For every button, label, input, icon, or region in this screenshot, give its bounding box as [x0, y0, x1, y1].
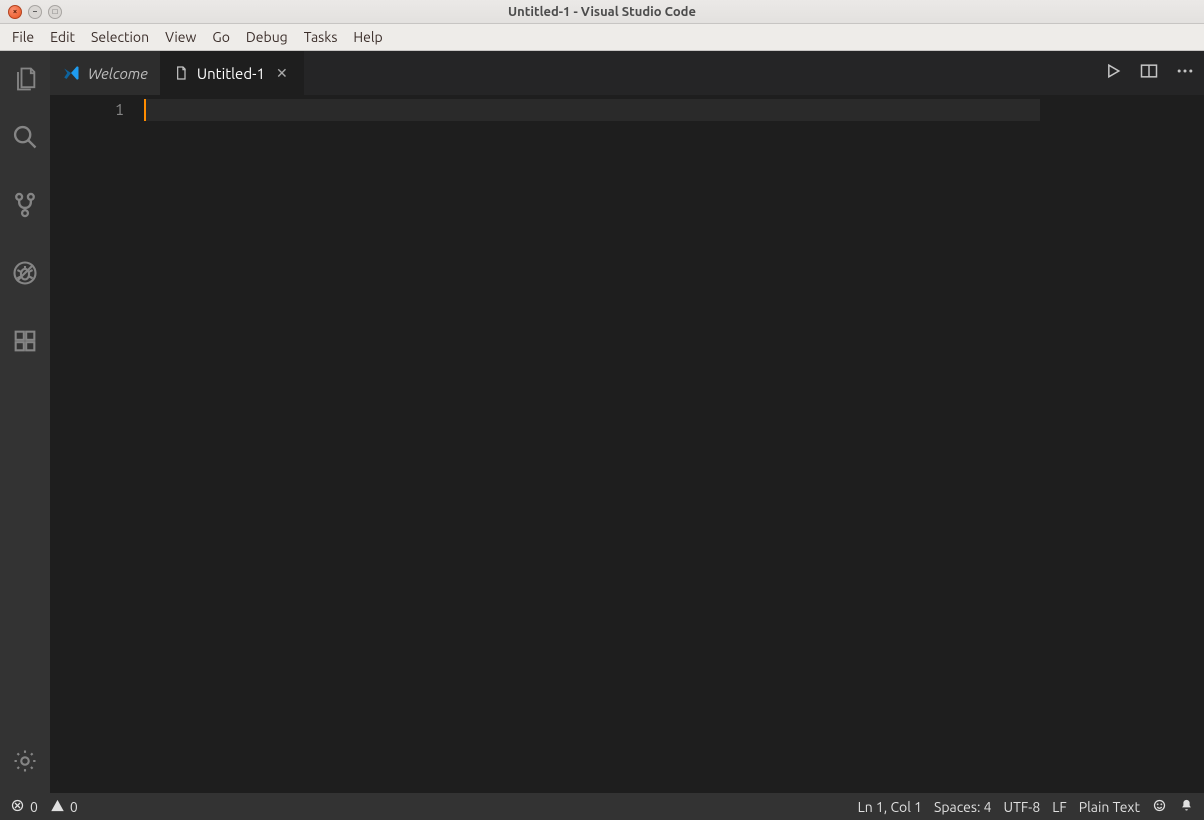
text-cursor [144, 99, 146, 121]
status-notifications[interactable] [1179, 798, 1194, 816]
file-icon [173, 65, 189, 81]
status-bar: 0 0 Ln 1, Col 1 Spaces: 4 UTF-8 LF Plain… [0, 793, 1204, 820]
status-warnings[interactable]: 0 [50, 798, 78, 816]
status-cursor-position[interactable]: Ln 1, Col 1 [858, 799, 922, 815]
window-title: Untitled-1 - Visual Studio Code [0, 5, 1204, 19]
status-errors[interactable]: 0 [10, 798, 38, 816]
menu-go[interactable]: Go [204, 26, 237, 48]
minimap[interactable] [1108, 95, 1176, 793]
activity-settings[interactable] [0, 739, 50, 787]
activity-debug[interactable] [0, 241, 50, 309]
activity-search[interactable] [0, 105, 50, 173]
status-indentation[interactable]: Spaces: 4 [934, 799, 992, 815]
tab-welcome[interactable]: Welcome [50, 51, 161, 95]
window-minimize-button[interactable]: – [28, 5, 42, 19]
files-icon [11, 65, 39, 97]
error-count: 0 [30, 799, 38, 815]
warning-icon [50, 798, 65, 816]
editor[interactable]: 1 [50, 95, 1204, 793]
extensions-icon [11, 327, 39, 359]
code-area[interactable] [144, 95, 1108, 793]
tab-close-button[interactable]: ✕ [273, 64, 291, 82]
menu-view[interactable]: View [157, 26, 204, 48]
search-icon [11, 123, 39, 155]
window-maximize-button[interactable]: □ [48, 5, 62, 19]
split-editor-button[interactable] [1138, 62, 1160, 84]
os-menubar: File Edit Selection View Go Debug Tasks … [0, 24, 1204, 51]
window-close-button[interactable]: × [8, 5, 22, 19]
tab-untitled-1[interactable]: Untitled-1 ✕ [161, 51, 304, 95]
error-icon [10, 798, 25, 816]
line-number-gutter: 1 [50, 95, 144, 793]
play-icon [1103, 61, 1123, 85]
tab-label: Untitled-1 [197, 65, 265, 82]
status-eol[interactable]: LF [1052, 799, 1067, 815]
activity-bar [0, 51, 50, 793]
activity-extensions[interactable] [0, 309, 50, 377]
menu-help[interactable]: Help [345, 26, 390, 48]
current-line-highlight [144, 99, 1040, 121]
close-icon: ✕ [276, 65, 288, 82]
status-encoding[interactable]: UTF-8 [1004, 799, 1041, 815]
bell-icon [1179, 798, 1194, 816]
run-button[interactable] [1102, 62, 1124, 84]
tab-label: Welcome [88, 65, 148, 82]
line-number: 1 [50, 99, 144, 121]
status-feedback[interactable] [1152, 798, 1167, 816]
os-titlebar: × – □ Untitled-1 - Visual Studio Code [0, 0, 1204, 24]
ellipsis-icon [1175, 61, 1195, 85]
warning-count: 0 [70, 799, 78, 815]
menu-file[interactable]: File [4, 26, 42, 48]
more-actions-button[interactable] [1174, 62, 1196, 84]
gear-icon [11, 747, 39, 779]
activity-explorer[interactable] [0, 57, 50, 105]
activity-source-control[interactable] [0, 173, 50, 241]
smiley-icon [1152, 798, 1167, 816]
vscode-icon [62, 64, 80, 82]
bug-slash-icon [11, 259, 39, 291]
menu-edit[interactable]: Edit [42, 26, 83, 48]
menu-selection[interactable]: Selection [83, 26, 157, 48]
menu-debug[interactable]: Debug [238, 26, 296, 48]
tab-bar: Welcome Untitled-1 ✕ [50, 51, 1204, 95]
git-branch-icon [11, 191, 39, 223]
menu-tasks[interactable]: Tasks [296, 26, 346, 48]
status-language-mode[interactable]: Plain Text [1079, 799, 1140, 815]
split-horizontal-icon [1139, 61, 1159, 85]
vertical-scrollbar[interactable] [1176, 95, 1204, 793]
